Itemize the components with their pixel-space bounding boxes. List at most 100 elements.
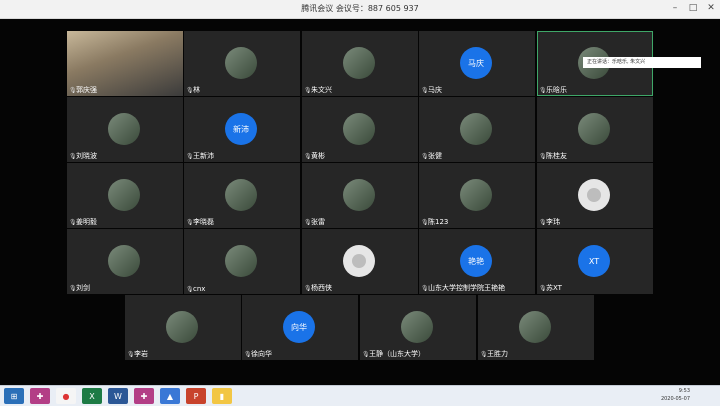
participant-nametag: 🎙 张健 (421, 151, 442, 161)
participant-tile[interactable]: 🎙 张雷 (302, 163, 418, 228)
participant-tile[interactable]: 🎙 张健 (419, 97, 535, 162)
avatar (460, 179, 492, 211)
participant-tile[interactable]: 🎙 王胜力 (478, 295, 594, 360)
microphone-icon: 🎙 (69, 152, 77, 160)
microphone-icon: 🎙 (362, 350, 370, 358)
maximize-button[interactable]: □ (688, 2, 698, 14)
microphone-icon: 🎙 (539, 218, 547, 226)
participant-tile[interactable]: 马庆 🎙 马庆 (419, 31, 535, 96)
participant-name: 李玮 (546, 218, 560, 226)
participant-tile[interactable]: 🎙 李玮 (537, 163, 653, 228)
avatar-initials: 艳艳 (460, 245, 492, 277)
system-tray-clock[interactable]: 9:53 2020-05-07 (661, 387, 690, 403)
microphone-icon: 🎙 (244, 350, 252, 358)
avatar-placeholder (343, 245, 375, 277)
microphone-icon: 🎙 (304, 284, 312, 292)
participant-tile[interactable]: 🎙 黄彬 (302, 97, 418, 162)
participant-name: 郭庆强 (76, 86, 97, 94)
window-controls: – □ ✕ (670, 2, 716, 14)
participant-nametag: 🎙 陈桂友 (539, 151, 567, 161)
participant-nametag: 🎙 林 (186, 85, 200, 95)
participant-nametag: 🎙 刘晓波 (69, 151, 97, 161)
explorer-icon[interactable]: ▮ (212, 388, 232, 404)
window-title: 腾讯会议 会议号：887 605 937 (301, 4, 419, 13)
participant-tile[interactable]: 🎙 刘晓波 (67, 97, 183, 162)
participant-tile[interactable]: 🎙 姜明毅 (67, 163, 183, 228)
participant-name: 马庆 (428, 86, 442, 94)
avatar (225, 179, 257, 211)
chrome-icon[interactable]: ● (56, 388, 76, 404)
participant-nametag: 🎙 张雷 (304, 217, 325, 227)
participant-nametag: 🎙 王胜力 (480, 349, 508, 359)
participant-tile[interactable]: 🎙 cnx (184, 229, 300, 294)
participant-tile[interactable]: 🎙 李岩 (125, 295, 241, 360)
avatar (343, 113, 375, 145)
participant-name: 张雷 (311, 218, 325, 226)
participant-name: 黄彬 (311, 152, 325, 160)
microphone-icon: 🎙 (304, 152, 312, 160)
window-titlebar: 腾讯会议 会议号：887 605 937 – □ ✕ (0, 0, 720, 19)
microphone-icon: 🎙 (539, 152, 547, 160)
participant-nametag: 🎙 马庆 (421, 85, 442, 95)
participant-tile[interactable]: 🎙 林 (184, 31, 300, 96)
microphone-icon: 🎙 (421, 152, 429, 160)
app-icon[interactable]: ✚ (134, 388, 154, 404)
participant-tile[interactable]: 🎙 李晓磊 (184, 163, 300, 228)
participant-tile[interactable]: 🎙 陈桂友 (537, 97, 653, 162)
microphone-icon: 🎙 (480, 350, 488, 358)
participant-name: 张健 (428, 152, 442, 160)
participant-name: 李晓磊 (193, 218, 214, 226)
participant-tile[interactable]: 🎙 杨西侠 (302, 229, 418, 294)
word-icon[interactable]: W (108, 388, 128, 404)
participant-nametag: 🎙 姜明毅 (69, 217, 97, 227)
microphone-icon: 🎙 (69, 284, 77, 292)
powerpoint-icon[interactable]: P (186, 388, 206, 404)
excel-icon[interactable]: X (82, 388, 102, 404)
microphone-icon: 🎙 (304, 86, 312, 94)
participant-tile[interactable]: 🎙 朱文兴 (302, 31, 418, 96)
avatar (108, 113, 140, 145)
participant-tile[interactable]: 🎙 王静（山东大学） (360, 295, 476, 360)
participant-name: 刘剑 (76, 284, 90, 292)
participant-tile[interactable]: 🎙 刘剑 (67, 229, 183, 294)
microphone-icon: 🎙 (539, 86, 547, 94)
participant-nametag: 🎙 王新沛 (186, 151, 214, 161)
close-button[interactable]: ✕ (706, 2, 716, 14)
participant-tile[interactable]: 艳艳 🎙 山东大学控制学院王艳艳 (419, 229, 535, 294)
microphone-icon: 🎙 (539, 284, 547, 292)
speaking-indicator: 正在讲话：乐晗乐, 朱文兴 (583, 57, 701, 68)
participant-nametag: 🎙 黄彬 (304, 151, 325, 161)
participant-name: 刘晓波 (76, 152, 97, 160)
participant-name: 徐向华 (251, 350, 272, 358)
participant-tile[interactable]: XT 🎙 苏XT (537, 229, 653, 294)
microphone-icon: 🎙 (186, 152, 194, 160)
tencent-meeting-icon[interactable]: ▲ (160, 388, 180, 404)
avatar (225, 245, 257, 277)
avatar-initials: XT (578, 245, 610, 277)
avatar (166, 311, 198, 343)
participant-tile[interactable]: 🎙 陈123 (419, 163, 535, 228)
avatar (108, 179, 140, 211)
start-icon[interactable]: ⊞ (4, 388, 24, 404)
participant-tile[interactable]: 新沛 🎙 王新沛 (184, 97, 300, 162)
participant-name: 王新沛 (193, 152, 214, 160)
avatar-initials: 向华 (283, 311, 315, 343)
participant-name: 陈桂友 (546, 152, 567, 160)
participant-tile[interactable]: 🎙 郭庆强 (67, 31, 183, 96)
avatar (343, 47, 375, 79)
participant-nametag: 🎙 王静（山东大学） (362, 349, 425, 359)
microphone-icon: 🎙 (304, 218, 312, 226)
app-icon[interactable]: ✚ (30, 388, 50, 404)
participant-nametag: 🎙 李玮 (539, 217, 560, 227)
participant-tile[interactable]: 向华 🎙 徐向华 (242, 295, 358, 360)
participant-nametag: 🎙 山东大学控制学院王艳艳 (421, 283, 505, 293)
microphone-icon: 🎙 (421, 86, 429, 94)
avatar (401, 311, 433, 343)
participant-name: cnx (193, 285, 206, 293)
minimize-button[interactable]: – (670, 2, 680, 14)
taskbar: ⊞ ✚ ● X W ✚ ▲ P ▮ 9:53 2020-05-07 (0, 385, 720, 406)
microphone-icon: 🎙 (69, 218, 77, 226)
participant-name: 山东大学控制学院王艳艳 (428, 284, 505, 292)
participant-name: 王静（山东大学） (369, 350, 425, 358)
microphone-icon: 🎙 (186, 86, 194, 94)
